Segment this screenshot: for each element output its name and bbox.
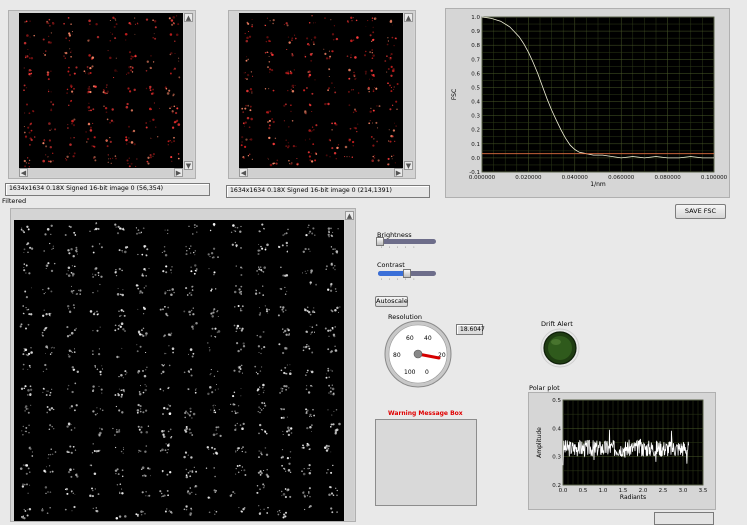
x-axis-label: 1/nm bbox=[590, 181, 606, 188]
warning-box-label: Warning Message Box bbox=[388, 410, 463, 417]
fsc-chart-panel: 0.000000 0.020000 0.040000 0.060000 0.080000… bbox=[445, 8, 730, 198]
brightness-slider-handle[interactable] bbox=[376, 237, 384, 246]
y-tick-label: 0.2 bbox=[552, 483, 561, 489]
polar-plot-title: Polar plot bbox=[529, 384, 560, 392]
scroll-left-icon[interactable]: ◀ bbox=[239, 168, 248, 177]
filtered-image-render bbox=[19, 222, 341, 520]
save-fsc-button[interactable]: SAVE FSC bbox=[675, 204, 726, 219]
bottom-control[interactable] bbox=[654, 512, 714, 525]
x-tick-label: 1.0 bbox=[599, 488, 608, 494]
app-window: { "image1": {"status": "1634x1634 0.18X … bbox=[0, 0, 747, 525]
polar-plot-chart: 0.0 0.5 1.0 1.5 2.0 2.5 3.0 3.50.50.40.30.2Radi… bbox=[536, 398, 708, 501]
filtered-image-display: ▲ bbox=[10, 208, 356, 522]
scroll-up-icon[interactable]: ▲ bbox=[184, 13, 193, 22]
gauge-tick-100: 100 bbox=[404, 369, 416, 376]
x-tick-label: 0.040000 bbox=[562, 175, 589, 181]
x-tick-label: 0.060000 bbox=[608, 175, 635, 181]
polar-plot-panel: 0.0 0.5 1.0 1.5 2.0 2.5 3.0 3.5 0.5 0.4 0.3 0.2 Radi… bbox=[528, 392, 716, 510]
y-axis-label: FSC bbox=[451, 89, 458, 100]
resolution-gauge: 60 40 80 20 100 0 bbox=[382, 318, 454, 390]
gauge-tick-40: 40 bbox=[424, 335, 432, 342]
filtered-image-canvas[interactable] bbox=[14, 220, 344, 521]
gauge-dial: 60 40 80 20 100 0 bbox=[384, 320, 452, 388]
image-2-render bbox=[240, 15, 399, 167]
scroll-up-icon[interactable]: ▲ bbox=[345, 211, 354, 220]
x-tick-label: 3.0 bbox=[679, 488, 688, 494]
y-tick-label: 0.5 bbox=[552, 398, 561, 404]
resolution-value: 18.6047 bbox=[456, 324, 485, 335]
y-tick-label: 0.7 bbox=[471, 57, 480, 63]
y-tick-label: 0.4 bbox=[552, 426, 561, 432]
y-tick-label: 0.5 bbox=[471, 85, 480, 91]
y-tick-label: 0.1 bbox=[471, 142, 480, 148]
gauge-tick-60: 60 bbox=[406, 335, 414, 342]
x-tick-label: 0.100000 bbox=[701, 175, 728, 181]
image-1-status: 1634x1634 0.18X Signed 16-bit image 0 (5… bbox=[5, 183, 210, 196]
scroll-left-icon[interactable]: ◀ bbox=[19, 168, 28, 177]
x-tick-label: 2.5 bbox=[659, 488, 668, 494]
x-tick-label: 0.080000 bbox=[654, 175, 681, 181]
y-tick-label: -0.1 bbox=[469, 170, 480, 176]
contrast-slider-handle[interactable] bbox=[403, 269, 411, 278]
warning-message-box[interactable] bbox=[375, 419, 477, 506]
filtered-image-vertical-scrollbar[interactable]: ▲ bbox=[345, 211, 354, 520]
scroll-right-icon[interactable]: ▶ bbox=[174, 168, 183, 177]
x-tick-label: 0.5 bbox=[579, 488, 588, 494]
autoscale-button[interactable]: Autoscale bbox=[375, 296, 408, 307]
fsc-chart: 0.000000 0.020000 0.040000 0.060000 0.080000… bbox=[451, 15, 728, 188]
x-axis-label: Radiants bbox=[620, 494, 646, 501]
filtered-label: Filtered bbox=[2, 197, 27, 205]
y-tick-label: 0.0 bbox=[471, 156, 480, 162]
contrast-ticks: ''''' bbox=[381, 278, 422, 283]
y-axis-label: Amplitude bbox=[536, 427, 543, 458]
y-tick-label: 0.6 bbox=[471, 71, 480, 77]
scroll-right-icon[interactable]: ▶ bbox=[394, 168, 403, 177]
image-2-horizontal-scrollbar[interactable]: ◀ ▶ bbox=[239, 168, 403, 177]
contrast-label: Contrast bbox=[377, 261, 405, 269]
brightness-slider[interactable] bbox=[378, 239, 436, 244]
image-2-vertical-scrollbar[interactable]: ▲ ▼ bbox=[404, 13, 414, 170]
scroll-up-icon[interactable]: ▲ bbox=[404, 13, 413, 22]
image-display-1: ▲ ▼ ◀ ▶ bbox=[8, 10, 196, 179]
y-tick-label: 0.8 bbox=[471, 43, 480, 49]
x-tick-label: 3.5 bbox=[699, 488, 708, 494]
image-2-status: 1634x1634 0.18X Signed 16-bit image 0 (2… bbox=[226, 185, 430, 198]
image-1-render bbox=[23, 15, 181, 168]
y-tick-label: 0.9 bbox=[471, 29, 480, 35]
gauge-tick-0: 0 bbox=[425, 369, 429, 376]
y-tick-label: 1.0 bbox=[471, 15, 480, 21]
scroll-down-icon[interactable]: ▼ bbox=[184, 161, 193, 170]
gauge-hub bbox=[413, 349, 423, 359]
y-tick-label: 0.2 bbox=[471, 128, 480, 134]
image-2-canvas[interactable] bbox=[239, 13, 403, 168]
image-1-vertical-scrollbar[interactable]: ▲ ▼ bbox=[184, 13, 194, 170]
drift-alert-label: Drift Alert bbox=[541, 320, 573, 328]
image-1-canvas[interactable] bbox=[19, 13, 183, 168]
y-tick-label: 0.3 bbox=[471, 114, 480, 120]
y-tick-label: 0.3 bbox=[552, 455, 561, 461]
gauge-tick-80: 80 bbox=[393, 352, 401, 359]
scroll-down-icon[interactable]: ▼ bbox=[404, 161, 413, 170]
image-1-horizontal-scrollbar[interactable]: ◀ ▶ bbox=[19, 168, 183, 177]
image-display-2: ▲ ▼ ◀ ▶ bbox=[228, 10, 416, 179]
drift-alert-led bbox=[540, 328, 580, 368]
y-tick-label: 0.4 bbox=[471, 100, 480, 106]
x-tick-label: 0.020000 bbox=[515, 175, 542, 181]
brightness-ticks: ''''' bbox=[381, 246, 422, 251]
